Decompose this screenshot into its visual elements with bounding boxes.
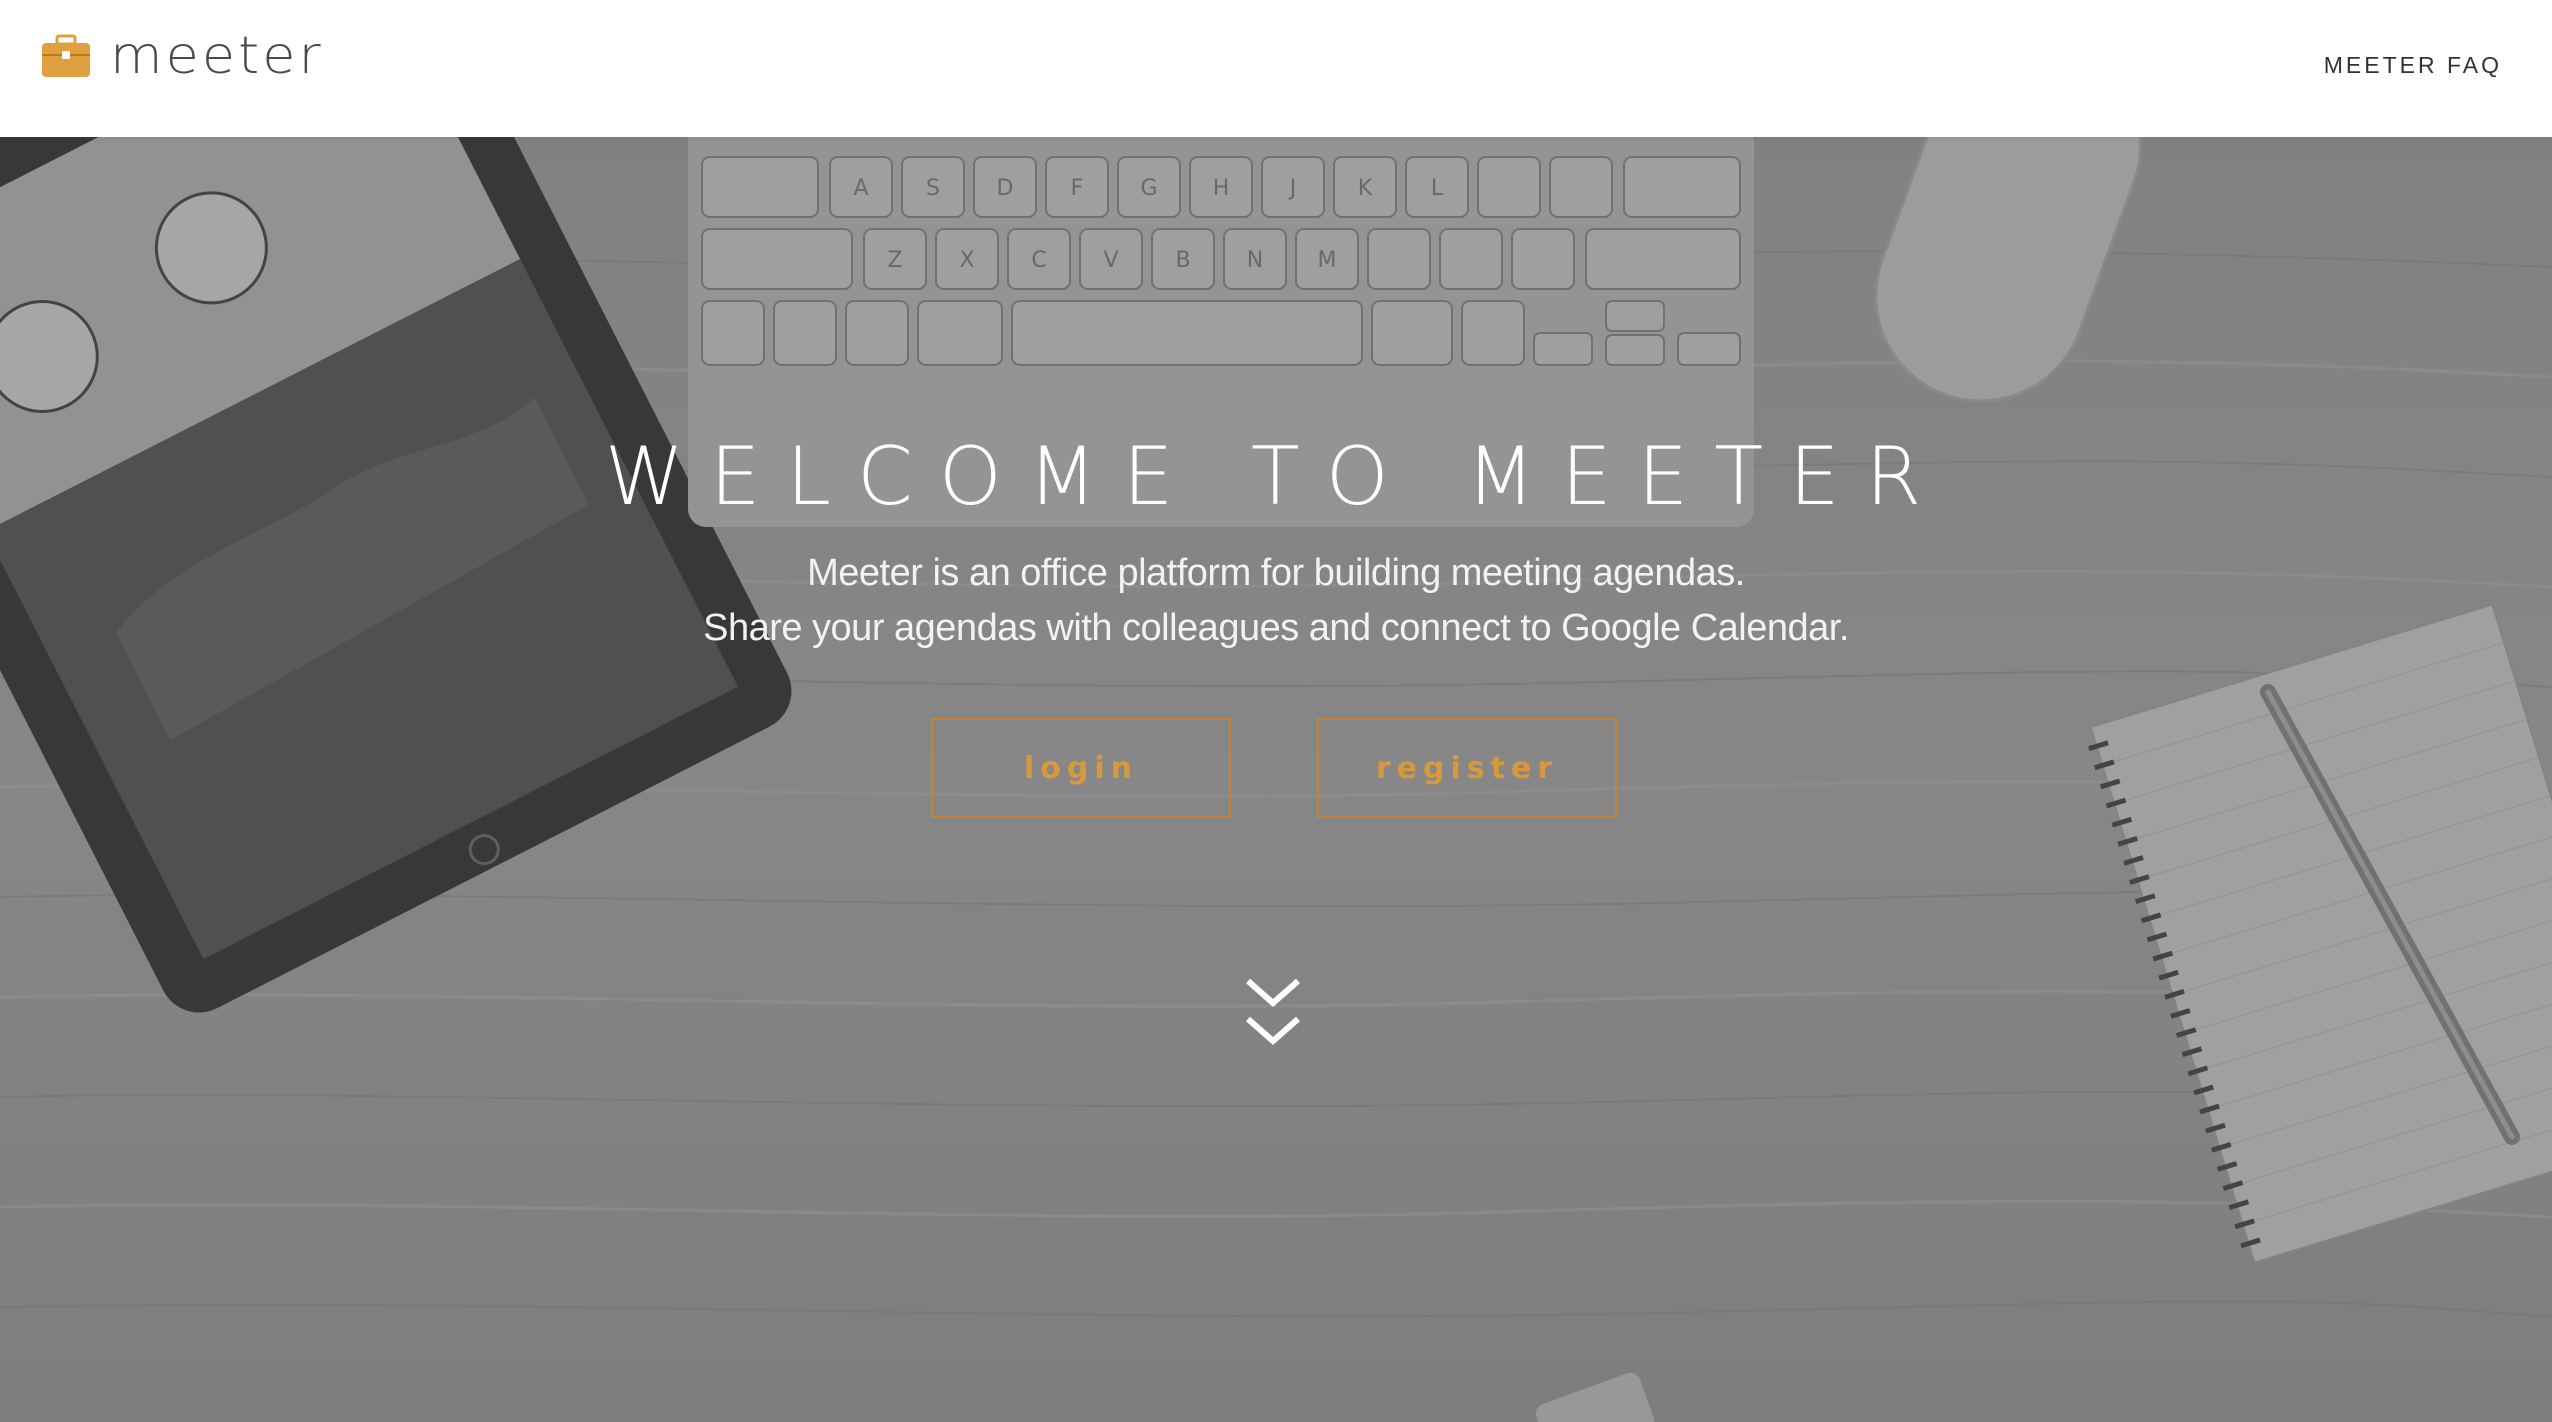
nav-link-faq[interactable]: MEETER FAQ — [2324, 52, 2502, 79]
hero-overlay — [0, 137, 2552, 1422]
hero-subtitle-line2: Share your agendas with colleagues and c… — [703, 607, 1849, 649]
brand-name: meeter — [110, 25, 324, 86]
brand-logo-link[interactable]: meeter — [42, 26, 324, 86]
login-button[interactable]: login — [931, 718, 1231, 818]
hero-subtitle-line1: Meeter is an office platform for buildin… — [807, 552, 1745, 594]
register-button[interactable]: register — [1317, 718, 1617, 818]
double-chevron-down-icon[interactable] — [1240, 975, 1306, 1055]
navbar: meeter MEETER FAQ — [0, 0, 2552, 137]
briefcase-icon — [42, 34, 90, 77]
hero-title: WELCOME TO MEETER — [604, 430, 1948, 523]
hero-section: ASD FGH JKL ZXC VBN M WELCOME TO MEETER … — [0, 137, 2552, 1422]
